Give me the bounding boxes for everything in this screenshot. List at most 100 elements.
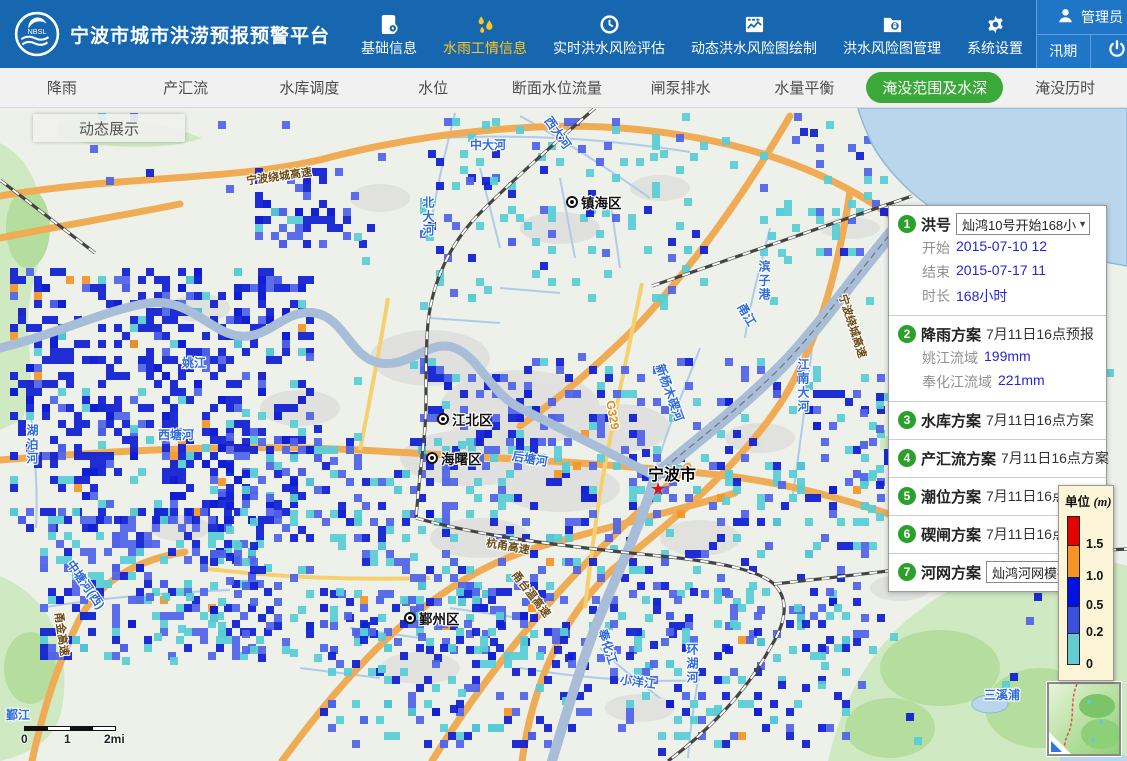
legend-segment [1067,516,1080,545]
section-title: 降雨方案 [921,324,981,345]
scalebar-label: 2mi [104,732,125,746]
legend-tick-label: 0 [1086,657,1093,671]
tab-label: 水量平衡 [758,72,850,103]
user-actions: 汛期 [1037,35,1127,69]
river-label: 北大河 [420,196,437,238]
row-label: 开始 [922,238,950,258]
page-title: 宁波市城市洪涝预报预警平台 [70,21,330,48]
admin-user-menu[interactable]: 管理员 [1037,0,1127,35]
road-label: 宁波绕城高速 [245,163,313,188]
section-title: 洪号 [921,214,951,235]
row-value: 2015-07-17 11 [956,262,1046,282]
road-label: G329 [603,399,622,430]
scalebar-segment [25,727,48,730]
user-block: 管理员 汛期 [1036,0,1127,68]
tab-label: 闸泵排水 [635,72,727,103]
row-label: 时长 [922,286,950,306]
tab-0[interactable]: 降雨 [0,72,124,103]
flood-season-button[interactable]: 汛期 [1037,35,1091,69]
tab-3[interactable]: 水位 [371,72,495,103]
depth-legend: 单位 (m) 1.51.00.50.20 [1058,485,1114,681]
district-label: 镇海区 [566,192,622,212]
tab-5[interactable]: 闸泵排水 [619,72,743,103]
nav-item-1[interactable]: 水雨工情信息 [430,0,540,68]
section-title: 碶闸方案 [921,524,981,545]
doc-info-icon [379,11,400,35]
map-container[interactable]: 镇海区江北区海曙区鄞州区中大河西大河北大河滨子港甬江姚江西塘河后塘河湖泊河中塘河… [0,108,1127,761]
legend-segment [1067,633,1080,665]
scalebar-segment [70,727,93,730]
nav-item-label: 动态洪水风险图绘制 [691,38,817,58]
district-marker-icon [404,612,416,624]
power-icon [1107,39,1127,64]
tab-4[interactable]: 断面水位流量 [495,72,619,103]
tab-8[interactable]: 淹没历时 [1003,72,1127,103]
river-label: 新杨木碶河 [652,361,689,423]
panel-row: 姚江流域199mm [898,346,1097,370]
row-value: 221mm [998,372,1045,392]
step-badge: 1 [898,215,916,233]
district-marker-icon [437,413,449,425]
legend-tick-label: 1.0 [1086,569,1103,583]
row-value: 168小时 [956,286,1007,306]
top-header: NBSL 宁波市城市洪涝预报预警平台 基础信息水雨工情信息实时洪水风险评估 动态洪… [0,0,1127,68]
panel-section-head: 1 洪号灿鸿10号开始168小▼ [898,212,1097,236]
tab-label: 降雨 [31,72,93,103]
river-label: 湖泊河 [24,424,41,466]
district-marker-icon [426,452,438,464]
row-label: 奉化江流域 [922,372,992,392]
river-label: 环湖河 [684,643,701,685]
river-label: 西大河 [541,113,576,152]
legend-segment [1067,577,1080,606]
scalebar-segment [48,727,71,730]
panel-row: 奉化江流域 221mm [898,370,1097,394]
nav-item-2[interactable]: 实时洪水风险评估 [540,0,678,68]
overview-minimap[interactable] [1047,682,1121,756]
district-label: 鄞州区 [404,608,460,628]
section-select[interactable]: 灿鸿10号开始168小▼ [956,213,1090,235]
river-label: 三溪浦 [984,686,1020,703]
legend-tick-label: 0.2 [1086,625,1103,639]
map-scalebar: 012mi [24,726,134,747]
nav-item-label: 实时洪水风险评估 [553,38,665,58]
district-marker-icon [566,196,578,208]
river-label: 鄞江 [6,706,30,723]
nav-item-5[interactable]: 系统设置 [954,0,1036,68]
nav-item-3[interactable]: 动态洪水风险图绘制 [678,0,830,68]
road-label: 甬金高速 [51,611,73,657]
tab-6[interactable]: 水量平衡 [743,72,867,103]
main-nav: 基础信息水雨工情信息实时洪水风险评估 动态洪水风险图绘制洪水风险图管理系统设置 [348,0,1036,68]
legend-tick-label: 0.5 [1086,598,1103,612]
panel-section-head: 4产汇流方案7月11日16点方案 [898,446,1097,470]
river-label: 西塘河 [158,426,194,443]
tab-1[interactable]: 产汇流 [124,72,248,103]
road-label: 杭甬高速 [485,534,531,557]
scalebar-segment [93,727,116,730]
legend-colorbar [1067,516,1080,665]
tab-7[interactable]: 淹没范围及水深 [866,72,1003,103]
panel-section-head: 2降雨方案7月11日16点预报 [898,322,1097,346]
tab-label: 水位 [402,72,464,103]
water-drops-icon [475,11,496,35]
nav-item-0[interactable]: 基础信息 [348,0,430,68]
panel-row: 开始 2015-07-10 12 [898,236,1097,260]
dynamic-display-button[interactable]: 动态展示 [33,114,185,142]
folder-lock-icon [882,11,903,35]
panel-section-1: 1 洪号灿鸿10号开始168小▼ 开始 2015-07-10 12 结束 2015-07-… [889,206,1106,315]
tab-label: 淹没范围及水深 [866,72,1003,103]
tab-2[interactable]: 水库调度 [248,72,372,103]
city-star-icon: ★ [650,479,666,500]
row-label: 结束 [922,262,950,282]
road-label: 甬台温高速 [508,567,554,620]
app-root: NBSL 宁波市城市洪涝预报预警平台 基础信息水雨工情信息实时洪水风险评估 动态洪… [0,0,1127,761]
scalebar-labels: 012mi [24,731,134,747]
app-logo-icon: NBSL [14,11,60,57]
nav-item-4[interactable]: 洪水风险图管理 [830,0,954,68]
logout-button[interactable] [1091,35,1127,69]
row-value: 2015-07-10 12 [956,238,1047,258]
minimap-arrow-icon [1051,741,1062,752]
river-label: 甬江 [734,300,761,329]
river-label: 江南大河 [795,358,812,414]
svg-text:NBSL: NBSL [27,27,46,36]
sub-nav: 降雨产汇流水库调度水位断面水位流量闸泵排水水量平衡淹没范围及水深淹没历时 [0,68,1127,108]
